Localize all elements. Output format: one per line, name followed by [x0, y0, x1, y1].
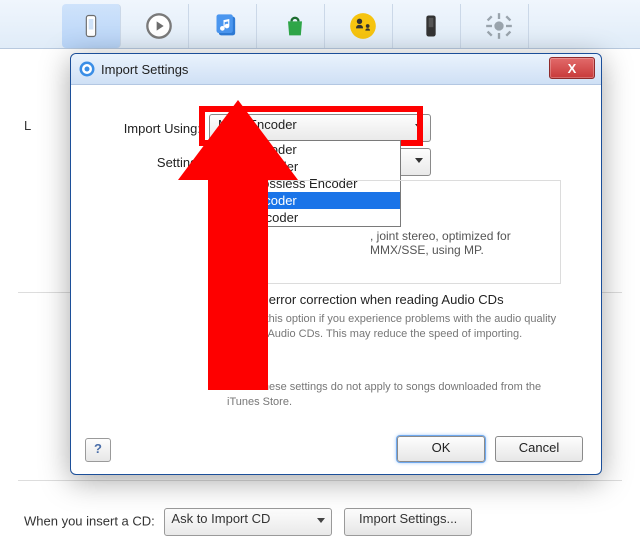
cancel-button[interactable]: Cancel [495, 436, 583, 462]
shopping-bag-icon [281, 12, 309, 40]
error-correction-checkbox[interactable] [223, 294, 236, 307]
close-icon: X [568, 61, 577, 76]
toolbar-tab-settings[interactable] [470, 4, 529, 48]
store-note: Note: These settings do not apply to son… [227, 380, 557, 411]
details-box: , joint stereo, optimized for MMX/SSE, u… [209, 180, 561, 284]
toolbar-tab-parental[interactable] [334, 4, 393, 48]
encoder-option-aac[interactable]: AAC Encoder [210, 141, 400, 158]
toolbar-tab-store[interactable] [266, 4, 325, 48]
toolbar-tab-play[interactable] [130, 4, 189, 48]
error-correction-row: Use error correction when reading Audio … [223, 292, 504, 307]
import-using-row: Import Using: MP3 Encoder [83, 114, 589, 142]
insert-cd-row: When you insert a CD: Ask to Import CD I… [24, 508, 472, 536]
import-settings-dialog: Import Settings X Import Using: MP3 Enco… [70, 53, 602, 475]
toolbar-tab-device[interactable] [62, 4, 121, 48]
dialog-body: Import Using: MP3 Encoder Setting: AAC E… [83, 92, 589, 424]
dialog-titlebar: Import Settings X [71, 54, 601, 85]
phone-icon [77, 12, 105, 40]
ok-button[interactable]: OK [397, 436, 485, 462]
main-toolbar [0, 0, 640, 49]
toolbar-tab-music[interactable] [198, 4, 257, 48]
encoder-option-aiff[interactable]: AIFF Encoder [210, 158, 400, 175]
help-button[interactable]: ? [85, 438, 111, 462]
page-left-glimpse: L [24, 118, 31, 133]
error-correction-label: Use error correction when reading Audio … [242, 292, 504, 307]
play-icon [145, 12, 173, 40]
divider [18, 480, 622, 481]
music-icon [213, 12, 241, 40]
gear-icon [485, 12, 513, 40]
import-using-label: Import Using: [83, 121, 209, 136]
app-icon [79, 61, 95, 77]
device-icon [417, 12, 445, 40]
setting-label: Setting: [83, 155, 209, 170]
import-using-select[interactable]: MP3 Encoder [209, 114, 431, 142]
insert-cd-label: When you insert a CD: [24, 513, 155, 528]
insert-cd-select[interactable]: Ask to Import CD [164, 508, 332, 536]
parental-icon [349, 12, 377, 40]
import-settings-button[interactable]: Import Settings... [344, 508, 472, 536]
close-button[interactable]: X [549, 57, 595, 79]
dialog-title: Import Settings [101, 62, 188, 77]
error-correction-hint: Use this option if you experience proble… [243, 312, 563, 343]
toolbar-tab-ipod[interactable] [402, 4, 461, 48]
details-text: , joint stereo, optimized for MMX/SSE, u… [370, 229, 550, 257]
